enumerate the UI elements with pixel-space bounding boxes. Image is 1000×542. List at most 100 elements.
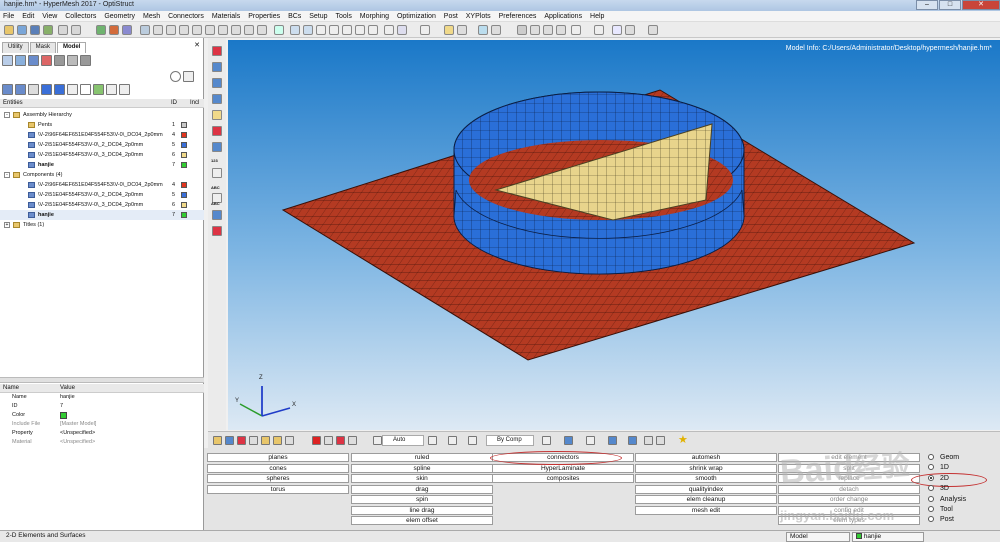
contour-icon[interactable] (543, 25, 553, 35)
tree-row[interactable]: hanjie 7 (0, 160, 204, 170)
panel-button-automesh[interactable]: automesh (635, 453, 777, 462)
radio-post[interactable]: Post (928, 515, 954, 524)
settings-icon[interactable] (612, 25, 622, 35)
show-icon[interactable] (41, 84, 52, 95)
property-value[interactable]: 7 (60, 402, 63, 411)
element-display-icon[interactable] (468, 436, 477, 445)
collapse-all-icon[interactable] (15, 84, 26, 95)
search-options-icon[interactable] (183, 71, 194, 82)
model-geometry[interactable] (228, 40, 1000, 430)
delete-x-icon[interactable] (312, 436, 321, 445)
front-view-icon[interactable] (384, 25, 394, 35)
display-icon[interactable] (93, 84, 104, 95)
panel-button-ruled[interactable]: ruled (351, 453, 493, 462)
menu-collectors[interactable]: Collectors (62, 11, 99, 22)
radio-dot-icon[interactable] (928, 454, 934, 460)
panel-button-order-change[interactable]: order change (778, 495, 920, 504)
radio-analysis[interactable]: Analysis (928, 495, 966, 504)
color-swatch-icon[interactable] (60, 412, 67, 419)
menu-optimization[interactable]: Optimization (394, 11, 439, 22)
orbit-icon[interactable] (355, 25, 365, 35)
menu-xyplots[interactable]: XYPlots (463, 11, 494, 22)
property-value[interactable]: hanjie (60, 393, 75, 402)
fill-display-icon[interactable] (628, 436, 637, 445)
property-icon[interactable] (109, 25, 119, 35)
view-iso-icon[interactable] (192, 25, 202, 35)
free-edge-icon[interactable] (212, 142, 222, 152)
unmask-icon[interactable] (237, 436, 246, 445)
elements-icon[interactable] (212, 62, 222, 72)
auto-dropdown[interactable]: Auto (382, 435, 424, 446)
center-icon[interactable] (368, 25, 378, 35)
panel-button-elem-offset[interactable]: elem offset (351, 516, 493, 525)
panel-button-planes[interactable]: planes (207, 453, 349, 462)
zoom-out-icon[interactable] (303, 25, 313, 35)
redo-icon[interactable] (71, 25, 81, 35)
tree-row[interactable]: hanjie 7 (0, 210, 204, 220)
layout-icon[interactable] (625, 25, 635, 35)
undo-view-icon[interactable] (397, 25, 407, 35)
display-toggle-icon[interactable] (324, 436, 333, 445)
menu-materials[interactable]: Materials (209, 11, 243, 22)
shade-elems-icon[interactable] (212, 110, 222, 120)
property-value[interactable]: <Unspecified> (60, 438, 95, 447)
tree-row[interactable]: \V-2\51E04F554F53\V-0\_2_DC04_2p0mm 5 (0, 190, 204, 200)
comp-display-icon[interactable] (213, 436, 222, 445)
tree-row[interactable]: \V-2\51E04F554F53\V-0\_2_DC04_2p0mm 5 (0, 140, 204, 150)
transparency-icon[interactable] (491, 25, 501, 35)
export-icon[interactable] (43, 25, 53, 35)
menu-edit[interactable]: Edit (19, 11, 37, 22)
color-swatch-icon[interactable] (181, 212, 187, 218)
view-right-icon[interactable] (218, 25, 228, 35)
hide-icon[interactable] (54, 84, 65, 95)
radio-dot-icon[interactable] (928, 485, 934, 492)
radio-tool[interactable]: Tool (928, 505, 953, 514)
hide-toggle-icon[interactable] (336, 436, 345, 445)
menu-properties[interactable]: Properties (245, 11, 283, 22)
radio-dot-icon[interactable] (928, 474, 934, 481)
display-settings-icon[interactable] (644, 436, 653, 445)
include-view-icon[interactable] (41, 55, 52, 66)
find-icon[interactable] (249, 436, 258, 445)
color-swatch-icon[interactable] (181, 202, 187, 208)
tab-utility[interactable]: Utility (2, 42, 29, 53)
zoom-in-icon[interactable] (290, 25, 300, 35)
view-bottom-icon[interactable] (244, 25, 254, 35)
panel-button-line-drag[interactable]: line drag (351, 505, 493, 515)
panel-button-qualityindex[interactable]: qualityindex (635, 484, 777, 494)
view-front-icon[interactable] (257, 25, 267, 35)
select-icon[interactable] (80, 84, 91, 95)
menu-help[interactable]: Help (587, 11, 607, 22)
color-swatch-icon[interactable] (181, 142, 187, 148)
panel-button-mesh-edit[interactable]: mesh edit (635, 505, 777, 515)
menu-preferences[interactable]: Preferences (496, 11, 540, 22)
by-comp-dropdown[interactable]: By Comp (486, 435, 534, 446)
radio-1d[interactable]: 1D (928, 463, 949, 472)
save-icon[interactable] (30, 25, 40, 35)
screenshot-icon[interactable] (594, 25, 604, 35)
search-icon[interactable] (170, 71, 181, 82)
panel-button-composites[interactable]: composites (492, 474, 634, 483)
filter-icon[interactable] (28, 84, 39, 95)
view-z-icon[interactable] (179, 25, 189, 35)
property-view-icon[interactable] (67, 55, 78, 66)
radio-dot-icon[interactable] (928, 506, 934, 512)
radio-geom[interactable]: Geom (928, 453, 959, 462)
mask-icon[interactable] (225, 436, 234, 445)
collector-view-icon[interactable] (80, 55, 91, 66)
tree-row[interactable]: \V-2\96F64EF651E04F554F53\V-0\_DC04_2p0m… (0, 130, 204, 140)
panel-button-cones[interactable]: cones (207, 463, 349, 473)
feature-display-icon[interactable] (608, 436, 617, 445)
comp-color-icon[interactable] (212, 210, 222, 220)
color-swatch-icon[interactable] (181, 162, 187, 168)
undo-icon[interactable] (58, 25, 68, 35)
graphics-viewport[interactable]: Model Info: C:/Users/Administrator/Deskt… (228, 40, 1000, 430)
dimension-icon[interactable] (212, 168, 222, 178)
redo-view-icon[interactable] (420, 25, 430, 35)
radio-dot-icon[interactable] (928, 495, 934, 502)
zoom-icon[interactable] (140, 25, 150, 35)
orientation-icon[interactable] (373, 436, 382, 445)
tree-row[interactable]: - Assembly Hierarchy (0, 110, 204, 120)
menu-connectors[interactable]: Connectors (165, 11, 207, 22)
panel-button-shrink-wrap[interactable]: shrink wrap (635, 463, 777, 473)
